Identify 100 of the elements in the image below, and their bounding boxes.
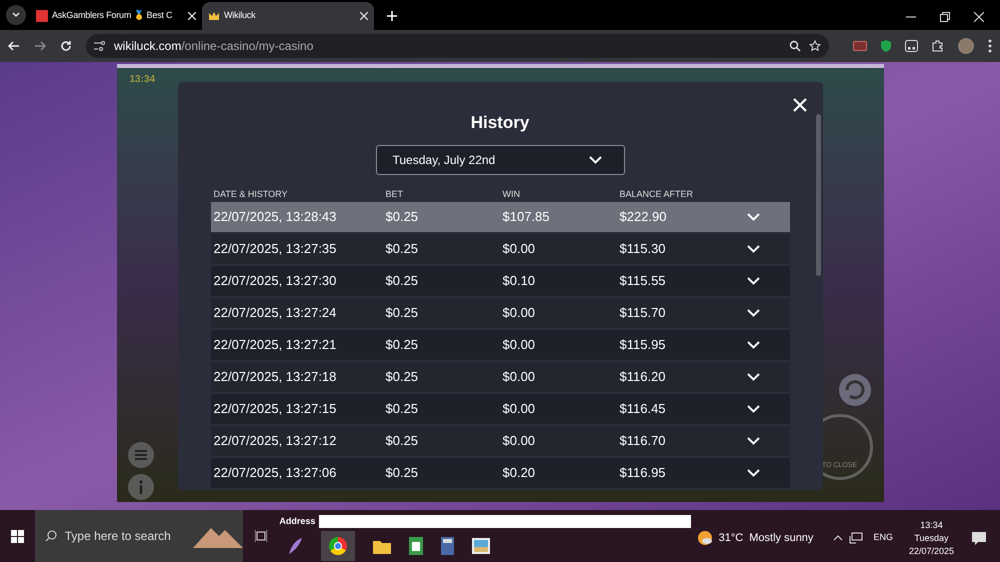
site-icon xyxy=(36,10,48,22)
star-icon[interactable] xyxy=(809,40,821,52)
table-cell-text: $0.25 xyxy=(386,272,420,290)
history-row[interactable]: 22/07/2025, 13:27:21 $0.25 $0.00 $115.95 xyxy=(210,330,790,360)
folder-icon[interactable] xyxy=(373,538,392,554)
plus-icon xyxy=(387,11,397,21)
zoom-icon[interactable] xyxy=(789,40,801,52)
table-cell-text: $0.25 xyxy=(386,432,420,450)
back-icon[interactable] xyxy=(8,40,20,52)
table-cell-text: $115.70 xyxy=(620,304,667,322)
table-cell-text: $0.25 xyxy=(386,400,420,418)
table-cell-text: $0.25 xyxy=(386,304,420,322)
table-cell-text: $116.95 xyxy=(620,464,667,482)
table-cell-text: $116.70 xyxy=(620,432,667,450)
chevron-down-icon[interactable] xyxy=(746,277,760,285)
date-dropdown[interactable]: Tuesday, July 22nd xyxy=(376,145,624,176)
table-cell-text: $0.25 xyxy=(386,208,420,226)
history-row[interactable]: 22/07/2025, 13:27:15 $0.25 $0.00 $116.45 xyxy=(210,394,790,424)
extension-icon[interactable] xyxy=(853,41,867,51)
language-indicator[interactable]: ENG xyxy=(873,531,893,545)
table-cell-text: 22/07/2025, 13:27:21 xyxy=(214,336,338,354)
puzzle-icon[interactable] xyxy=(932,40,944,52)
table-cell-text: $116.45 xyxy=(620,400,667,418)
column-header: DATE & HISTORY xyxy=(214,188,289,202)
history-row[interactable]: 22/07/2025, 13:27:24 $0.25 $0.00 $115.70 xyxy=(210,298,790,328)
table-cell-text: $115.95 xyxy=(620,336,667,354)
notification-icon[interactable] xyxy=(972,532,986,544)
url-text: wikiluck.com/online-casino/my-casino xyxy=(114,38,314,55)
shield-icon[interactable] xyxy=(881,40,891,52)
history-row[interactable]: 22/07/2025, 13:27:30 $0.25 $0.10 $115.55 xyxy=(210,266,790,296)
caret-icon xyxy=(12,12,20,18)
search-field[interactable]: Type here to search xyxy=(34,510,244,562)
autoplay-icon[interactable] xyxy=(836,372,872,408)
column-header: BET xyxy=(386,188,404,202)
tab-title: AskGamblers Forum 🥇 Best C xyxy=(52,9,172,22)
feather-icon[interactable] xyxy=(287,537,304,555)
chrome-taskbar-icon[interactable] xyxy=(321,531,356,561)
table-cell-text: $0.00 xyxy=(502,304,536,322)
table-cell-text: 22/07/2025, 13:28:43 xyxy=(214,208,338,226)
table-cell-text: 22/07/2025, 13:27:12 xyxy=(214,432,338,450)
windows-icon xyxy=(10,530,24,542)
table-cell-text: $0.10 xyxy=(502,272,536,290)
table-cell-text: 22/07/2025, 13:27:24 xyxy=(214,304,338,322)
table-cell-text: $0.25 xyxy=(386,368,420,386)
network-icon[interactable] xyxy=(849,532,864,544)
close-button[interactable] xyxy=(792,98,806,112)
photo-viewer-icon[interactable] xyxy=(472,538,490,554)
chevron-down-icon[interactable] xyxy=(746,469,760,477)
table-cell-text: $0.00 xyxy=(502,368,536,386)
chevron-down-icon[interactable] xyxy=(746,309,760,317)
scrollbar[interactable] xyxy=(816,114,820,276)
task-view-icon[interactable] xyxy=(255,530,268,542)
reload-icon[interactable] xyxy=(60,40,72,52)
chevron-down-icon[interactable] xyxy=(746,373,760,381)
info-icon xyxy=(138,480,144,494)
history-row[interactable]: 22/07/2025, 13:27:35 $0.25 $0.00 $115.30 xyxy=(210,234,790,264)
menu-icon xyxy=(134,450,146,460)
close-icon xyxy=(792,98,806,112)
close-icon[interactable] xyxy=(188,12,196,20)
avatar-icon[interactable] xyxy=(958,38,974,54)
table-cell-text: $0.00 xyxy=(502,432,536,450)
site-settings-icon[interactable] xyxy=(94,41,106,51)
browser-tab[interactable]: Wikiluck xyxy=(202,2,374,30)
chevron-down-icon[interactable] xyxy=(746,437,760,445)
address-bar[interactable]: wikiluck.com/online-casino/my-casino xyxy=(86,34,829,58)
tab-list-button[interactable] xyxy=(6,5,26,25)
history-row[interactable]: 22/07/2025, 13:27:18 $0.25 $0.00 $116.20 xyxy=(210,362,790,392)
table-cell-text: 22/07/2025, 13:27:15 xyxy=(214,400,338,418)
temperature-text: 31°C xyxy=(718,530,744,546)
table-cell-text: $107.85 xyxy=(502,208,550,226)
game-clock: 13:34 xyxy=(130,73,156,87)
history-row[interactable]: 22/07/2025, 13:27:12 $0.25 $0.00 $116.70 xyxy=(210,426,790,456)
history-row[interactable]: 22/07/2025, 13:28:43 $0.25 $107.85 $222.90 xyxy=(210,202,790,232)
table-cell-text: 22/07/2025, 13:27:35 xyxy=(214,240,338,258)
media-icon[interactable] xyxy=(905,40,918,52)
table-cell-text: $115.55 xyxy=(620,272,667,290)
table-cell-text: $0.00 xyxy=(502,336,536,354)
chevron-up-icon[interactable] xyxy=(833,535,844,541)
chevron-down-icon[interactable] xyxy=(746,245,760,253)
table-cell-text: $116.20 xyxy=(620,368,667,386)
table-cell-text: $0.25 xyxy=(386,464,420,482)
clock[interactable]: 13:34 Tuesday 22/07/2025 xyxy=(908,518,954,558)
table-cell-text: 22/07/2025, 13:27:06 xyxy=(214,464,338,482)
crown-icon xyxy=(208,10,220,22)
menu-icon[interactable] xyxy=(988,39,992,53)
column-header: BALANCE AFTER xyxy=(620,188,694,202)
close-icon[interactable] xyxy=(360,12,368,20)
chevron-down-icon[interactable] xyxy=(746,341,760,349)
spreadsheet-icon[interactable] xyxy=(409,537,424,555)
table-cell-text: $0.00 xyxy=(502,240,536,258)
table-cell-text: $0.25 xyxy=(386,240,420,258)
calculator-icon[interactable] xyxy=(441,537,454,555)
forward-icon[interactable] xyxy=(34,40,46,52)
table-cell-text: 22/07/2025, 13:27:18 xyxy=(214,368,338,386)
close-icon[interactable] xyxy=(974,12,984,22)
address-toolbar-field[interactable] xyxy=(319,515,692,528)
restore-icon[interactable] xyxy=(940,12,950,22)
chevron-down-icon[interactable] xyxy=(746,405,760,413)
history-row[interactable]: 22/07/2025, 13:27:06 $0.25 $0.20 $116.95 xyxy=(210,458,790,488)
weather-icon[interactable] xyxy=(696,530,713,546)
